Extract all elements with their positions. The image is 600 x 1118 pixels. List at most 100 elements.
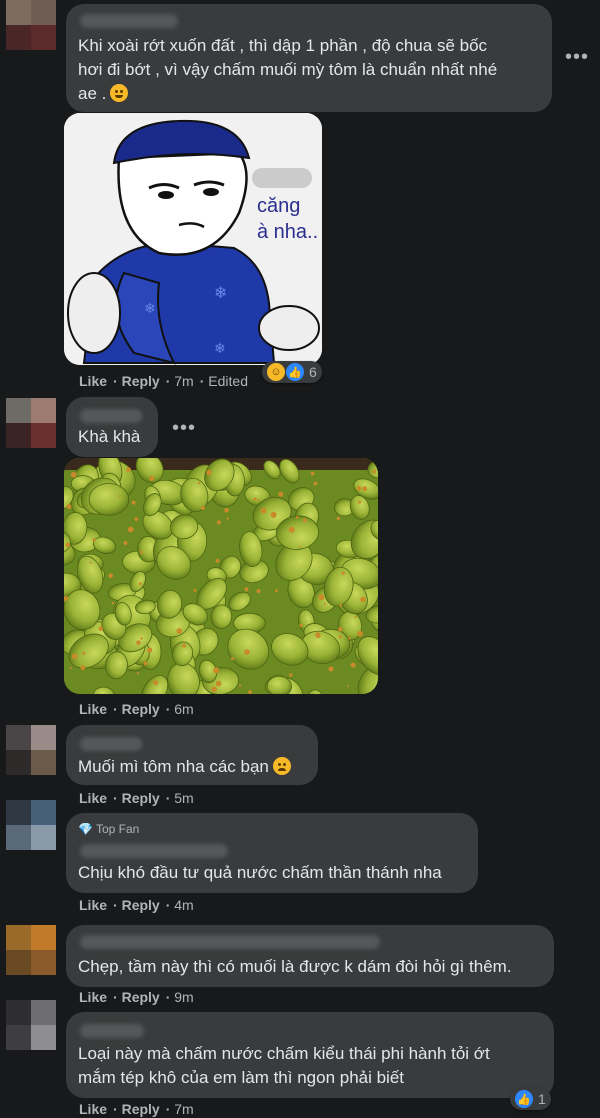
chili-salt-speck bbox=[140, 637, 143, 640]
chili-salt-speck bbox=[123, 541, 128, 545]
avatar[interactable] bbox=[6, 800, 56, 850]
comment-bubble: 💎 Top Fan Chịu khó đầu tư quả nước chấm t… bbox=[66, 813, 478, 893]
more-options-icon[interactable]: ••• bbox=[565, 47, 589, 67]
timestamp[interactable]: 5m bbox=[174, 790, 193, 806]
chili-salt-speck bbox=[65, 542, 71, 548]
haha-reaction-icon: ☺ bbox=[267, 363, 285, 381]
reply-button[interactable]: Reply bbox=[122, 373, 160, 389]
chili-salt-speck bbox=[193, 588, 197, 592]
reply-button[interactable]: Reply bbox=[122, 701, 160, 717]
like-button[interactable]: Like bbox=[79, 1101, 107, 1117]
reaction-count: 6 bbox=[309, 364, 317, 380]
more-options-icon[interactable]: ••• bbox=[172, 418, 196, 438]
chili-salt-speck bbox=[299, 623, 303, 627]
chili-salt-speck bbox=[278, 491, 284, 497]
author-name[interactable] bbox=[80, 1024, 144, 1038]
chili-salt-speck bbox=[71, 653, 78, 660]
chili-salt-speck bbox=[136, 640, 141, 645]
chili-salt-speck bbox=[238, 684, 242, 687]
author-name[interactable] bbox=[80, 14, 178, 28]
reply-button[interactable]: Reply bbox=[122, 989, 160, 1005]
chili-salt-speck bbox=[200, 505, 205, 510]
chili-salt-speck bbox=[211, 686, 217, 693]
chili-salt-speck bbox=[80, 665, 86, 671]
comment-actions: Like · Reply · 9m bbox=[79, 989, 194, 1005]
comment-text: Chịu khó đầu tư quả nước chấm thần thánh… bbox=[78, 863, 442, 882]
like-button[interactable]: Like bbox=[79, 790, 107, 806]
avatar[interactable] bbox=[6, 925, 56, 975]
chili-salt-speck bbox=[111, 602, 114, 605]
avatar[interactable] bbox=[6, 725, 56, 775]
chili-salt-speck bbox=[126, 467, 131, 472]
timestamp[interactable]: 6m bbox=[174, 701, 193, 717]
avatar[interactable] bbox=[6, 398, 56, 448]
chili-salt-speck bbox=[92, 538, 96, 542]
laughing-emoji-icon bbox=[110, 84, 129, 102]
chili-salt-speck bbox=[89, 561, 92, 564]
comment-bubble: Loại này mà chấm nước chấm kiểu thái phi… bbox=[66, 1012, 554, 1098]
author-name[interactable] bbox=[80, 737, 142, 751]
sticker-image[interactable]: ❄ ❄ ❄ căng à nha.. bbox=[64, 113, 322, 365]
reaction-summary[interactable]: ☺ 👍 6 bbox=[262, 361, 322, 383]
comment-actions: Like · Reply · 6m bbox=[79, 701, 194, 717]
timestamp[interactable]: 7m bbox=[174, 373, 193, 389]
comment-actions: Like · Reply · 4m bbox=[79, 897, 194, 913]
reply-button[interactable]: Reply bbox=[122, 1101, 160, 1117]
timestamp[interactable]: 4m bbox=[174, 897, 193, 913]
chili-salt-speck bbox=[274, 589, 278, 593]
svg-text:❄: ❄ bbox=[214, 341, 226, 357]
mango-photo[interactable] bbox=[64, 458, 378, 694]
avatar[interactable] bbox=[6, 0, 56, 50]
chili-salt-speck bbox=[350, 662, 356, 668]
chili-salt-speck bbox=[182, 643, 186, 648]
chili-salt-speck bbox=[244, 587, 249, 592]
comment-actions: Like · Reply · 5m bbox=[79, 790, 194, 806]
author-name[interactable] bbox=[80, 409, 142, 423]
chili-salt-speck bbox=[270, 511, 277, 518]
chili-salt-speck bbox=[139, 550, 143, 554]
chili-salt-speck bbox=[66, 504, 72, 510]
top-fan-badge[interactable]: 💎 Top Fan bbox=[78, 822, 139, 836]
comment-text: Khà khà bbox=[78, 427, 141, 446]
chili-salt-speck bbox=[143, 661, 148, 666]
chili-salt-speck bbox=[136, 672, 139, 675]
like-button[interactable]: Like bbox=[79, 989, 107, 1005]
reply-button[interactable]: Reply bbox=[122, 790, 160, 806]
like-button[interactable]: Like bbox=[79, 897, 107, 913]
chili-salt-speck bbox=[215, 680, 222, 687]
author-name[interactable] bbox=[80, 844, 228, 858]
like-button[interactable]: Like bbox=[79, 701, 107, 717]
timestamp[interactable]: 9m bbox=[174, 989, 193, 1005]
reaction-count: 1 bbox=[538, 1091, 546, 1107]
chili-salt-speck bbox=[149, 476, 155, 481]
chili-salt-speck bbox=[328, 666, 334, 672]
chili-salt-speck bbox=[118, 495, 121, 498]
chili-salt-speck bbox=[339, 604, 342, 607]
chili-salt-speck bbox=[289, 673, 293, 677]
chili-salt-speck bbox=[357, 630, 363, 637]
chili-salt-speck bbox=[147, 647, 153, 653]
chili-salt-speck bbox=[197, 482, 201, 485]
comment-bubble: Chẹp, tầm này thì có muối là được k dám … bbox=[66, 925, 554, 987]
avatar[interactable] bbox=[6, 1000, 56, 1050]
like-button[interactable]: Like bbox=[79, 373, 107, 389]
sad-emoji-icon bbox=[272, 757, 291, 775]
chili-salt-speck bbox=[310, 471, 315, 476]
reply-button[interactable]: Reply bbox=[122, 897, 160, 913]
chili-salt-speck bbox=[69, 667, 72, 670]
reaction-summary[interactable]: 👍 1 bbox=[510, 1088, 551, 1110]
svg-text:❄: ❄ bbox=[214, 283, 227, 302]
chili-salt-speck bbox=[153, 680, 159, 686]
mango-pile-image bbox=[64, 458, 378, 694]
chili-salt-speck bbox=[323, 602, 326, 605]
chili-salt-speck bbox=[134, 517, 139, 521]
comment-text: Muối mì tôm nha các bạn bbox=[78, 755, 291, 779]
svg-text:❄: ❄ bbox=[144, 301, 156, 317]
comment-actions: Like · Reply · 7m · Edited bbox=[79, 373, 248, 389]
timestamp[interactable]: 7m bbox=[174, 1101, 193, 1117]
chili-salt-speck bbox=[372, 469, 377, 474]
author-name[interactable] bbox=[80, 935, 380, 949]
comment-text: Khi xoài rớt xuốn đất , thì dập 1 phần ,… bbox=[78, 36, 498, 103]
chili-salt-speck bbox=[338, 626, 343, 632]
chili-salt-speck bbox=[347, 685, 350, 688]
